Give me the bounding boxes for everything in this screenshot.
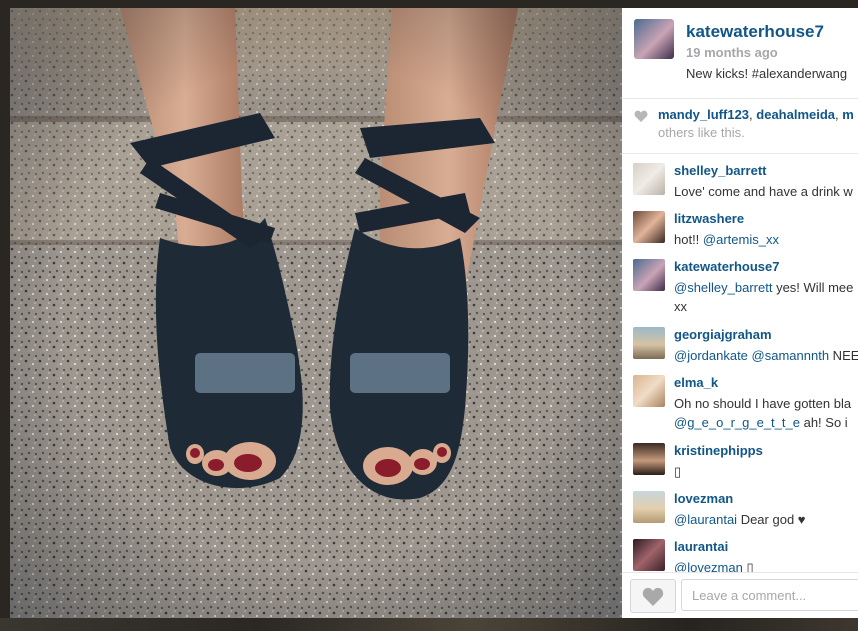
liker-link[interactable]: deahalmeida [756, 107, 835, 122]
post-header: katewaterhouse7 19 months ago New kicks!… [622, 8, 858, 99]
backdrop-thumbnails [0, 618, 858, 631]
post-photo[interactable] [10, 8, 622, 618]
avatar[interactable] [633, 491, 665, 523]
comment-username[interactable]: katewaterhouse7 [674, 259, 780, 274]
comment-text: @lovezman ▯ [674, 558, 858, 573]
mention-link[interactable]: @shelley_barrett [674, 280, 772, 295]
liker-link[interactable]: m [842, 107, 854, 122]
avatar[interactable] [633, 163, 665, 195]
mention-link[interactable]: @laurantai [674, 512, 737, 527]
post-sidebar: katewaterhouse7 19 months ago New kicks!… [622, 8, 858, 618]
shoes-photo-image [10, 8, 622, 618]
comment-text: @jordankate @samannnth NEE [674, 346, 858, 365]
comment-username[interactable]: kristinephipps [674, 443, 763, 458]
comment-username[interactable]: laurantai [674, 539, 728, 554]
avatar[interactable] [634, 19, 674, 59]
avatar[interactable] [633, 539, 665, 571]
comment-text: ▯ [674, 464, 682, 479]
comment-text-plain: yes! Will mee [772, 280, 854, 295]
comment-footer [622, 572, 858, 618]
comment-text: Love' come and have a drink w [674, 184, 853, 199]
comments-list[interactable]: shelley_barrett Love' come and have a dr… [622, 153, 858, 573]
likers-list: mandy_luff123, deahalmeida, m [658, 107, 854, 122]
comment-text-line1: Oh no should I have gotten bla [674, 396, 852, 411]
avatar[interactable] [633, 211, 665, 243]
comment-username[interactable]: elma_k [674, 375, 718, 390]
comment-text-plain: Dear god ♥ [737, 512, 806, 527]
post-modal: katewaterhouse7 19 months ago New kicks!… [10, 8, 858, 618]
avatar[interactable] [633, 327, 665, 359]
comment-username[interactable]: georgiajgraham [674, 327, 772, 342]
avatar[interactable] [633, 443, 665, 475]
likes-others-text: others like this. [658, 125, 745, 140]
comment-text: @shelley_barrett yes! Will mee xx [674, 278, 858, 316]
mention-link[interactable]: @samannnth [752, 348, 830, 363]
comment-text: Oh no should I have gotten bla @g_e_o_r_g… [674, 394, 858, 432]
comment-username[interactable]: litzwashere [674, 211, 744, 226]
post-caption: New kicks! #alexanderwang [686, 66, 848, 81]
likes-section: mandy_luff123, deahalmeida, m others lik… [622, 99, 858, 154]
avatar[interactable] [633, 375, 665, 407]
comment-text: hot!! @artemis_xx [674, 230, 858, 249]
comment-text-plain: hot!! [674, 232, 703, 247]
comment-text-plain: ah! So i [799, 415, 848, 430]
mention-link[interactable]: @artemis_xx [703, 232, 779, 247]
heart-icon [642, 587, 664, 606]
comment-text: @laurantai Dear god ♥ [674, 510, 858, 529]
mention-link[interactable]: @jordankate [674, 348, 748, 363]
comment-text-plain: NEE [829, 348, 858, 363]
comment-username[interactable]: lovezman [674, 491, 733, 506]
liker-link[interactable]: mandy_luff123 [658, 107, 749, 122]
comment-text-line2: xx [674, 299, 687, 314]
avatar[interactable] [633, 259, 665, 291]
like-button[interactable] [630, 579, 676, 613]
mention-link[interactable]: @g_e_o_r_g_e_t_t_e [674, 415, 800, 430]
post-username[interactable]: katewaterhouse7 [686, 22, 824, 42]
heart-icon [634, 110, 648, 122]
comment-input[interactable] [681, 579, 858, 611]
comment-username[interactable]: shelley_barrett [674, 163, 767, 178]
post-timestamp[interactable]: 19 months ago [686, 45, 778, 60]
